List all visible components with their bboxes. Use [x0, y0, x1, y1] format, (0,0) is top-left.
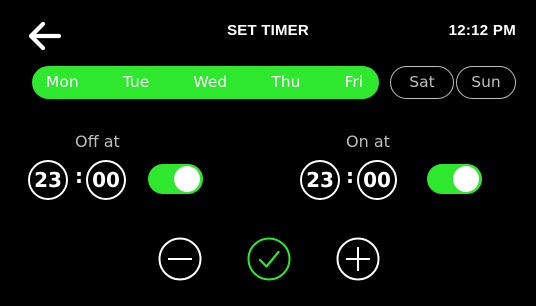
minus-circle-icon — [158, 237, 202, 281]
clock: 12:12 PM — [448, 22, 516, 39]
on-minutes-field[interactable]: 00 — [357, 160, 397, 200]
off-time-separator: : — [75, 164, 83, 188]
day-fri[interactable]: Fri — [345, 66, 363, 99]
day-thu[interactable]: Thu — [271, 66, 300, 99]
on-timer-toggle[interactable] — [427, 164, 482, 194]
day-sat[interactable]: Sat — [390, 66, 454, 99]
check-circle-icon — [247, 237, 291, 281]
increase-button[interactable] — [336, 237, 380, 281]
off-hours-field[interactable]: 23 — [28, 160, 68, 200]
off-at-label: Off at — [75, 132, 120, 151]
day-wed[interactable]: Wed — [193, 66, 227, 99]
on-at-label: On at — [346, 132, 390, 151]
off-minutes-field[interactable]: 00 — [86, 160, 126, 200]
on-hours-field[interactable]: 23 — [300, 160, 340, 200]
day-sun[interactable]: Sun — [456, 66, 516, 99]
plus-circle-icon — [336, 237, 380, 281]
selected-days-bar: Mon Tue Wed Thu Fri — [32, 66, 379, 99]
on-time-separator: : — [346, 164, 354, 188]
toggle-knob — [174, 166, 200, 192]
confirm-button[interactable] — [247, 237, 291, 281]
off-timer-toggle[interactable] — [148, 164, 203, 194]
day-mon[interactable]: Mon — [46, 66, 79, 99]
toggle-knob — [453, 166, 479, 192]
decrease-button[interactable] — [158, 237, 202, 281]
day-tue[interactable]: Tue — [123, 66, 149, 99]
